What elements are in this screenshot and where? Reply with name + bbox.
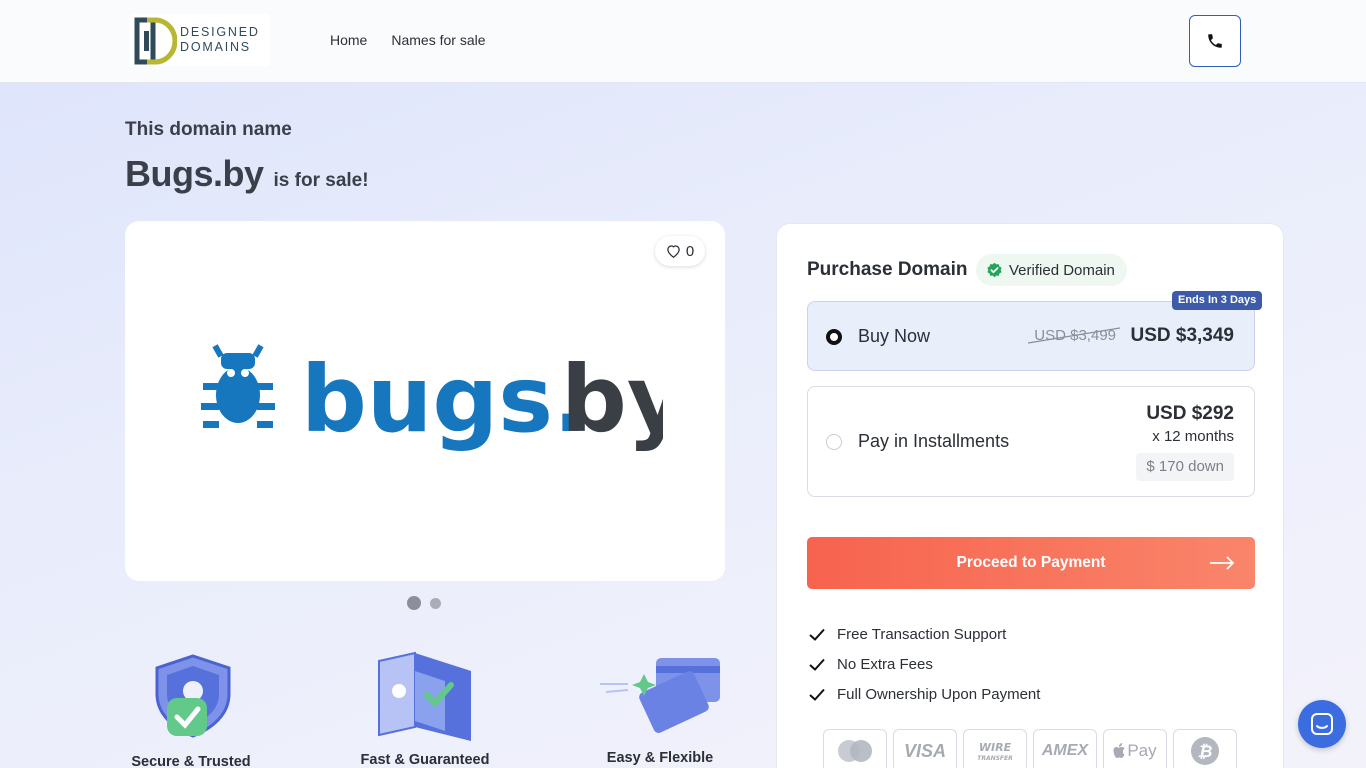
buy-now-label: Buy Now xyxy=(858,326,931,346)
arrow-right-icon xyxy=(1210,556,1235,570)
logo-text-main: bugs. xyxy=(301,346,588,453)
logo-wordmark: DESIGNED DOMAINS xyxy=(180,25,260,55)
svg-text:₿: ₿ xyxy=(1198,742,1213,762)
installments-down-payment: $ 170 down xyxy=(1136,453,1234,481)
verified-label: Verified Domain xyxy=(1009,261,1115,279)
price-strike-line xyxy=(1028,327,1120,344)
hero-title: Bugs.by is for sale! xyxy=(125,153,369,195)
feature-secure: Secure & Trusted xyxy=(111,648,271,768)
installments-option[interactable]: Pay in Installments USD $292 x 12 months… xyxy=(807,386,1255,497)
buy-now-price: USD $3,349 xyxy=(1130,325,1234,346)
bugs-by-logo: bugs. by xyxy=(201,344,663,453)
benefit-label: Free Transaction Support xyxy=(837,625,1007,643)
slider-dot-1[interactable] xyxy=(407,596,421,610)
logo-line2: DOMAINS xyxy=(180,40,251,54)
wire-transfer-icon: WIRE TRANSFER xyxy=(963,729,1027,768)
payment-methods: VISA WIRE TRANSFER AMEX Pay ₿ xyxy=(823,729,1237,768)
purchase-title: Purchase Domain xyxy=(807,259,968,280)
designed-domains-logo-mark xyxy=(134,17,177,65)
verified-badge: Verified Domain xyxy=(976,254,1127,286)
site-header: DESIGNED DOMAINS Home Names for sale xyxy=(0,0,1366,83)
feature-easy-label: Easy & Flexible xyxy=(606,750,714,766)
domain-image-card: 0 bugs. by xyxy=(125,221,725,581)
benefit-item: Full Ownership Upon Payment xyxy=(809,679,1040,709)
domain-name: Bugs.by xyxy=(125,153,264,194)
verified-check-icon xyxy=(987,262,1002,277)
svg-text:WIRE: WIRE xyxy=(979,741,1012,754)
amex-icon: AMEX xyxy=(1033,729,1097,768)
purchase-card: Purchase Domain Verified Domain Buy Now … xyxy=(776,223,1284,768)
apple-pay-icon: Pay xyxy=(1103,729,1167,768)
logo-line1: DESIGNED xyxy=(180,25,260,39)
slider-dot-2[interactable] xyxy=(430,597,441,609)
checkmark-icon xyxy=(809,628,825,641)
svg-text:TRANSFER: TRANSFER xyxy=(977,755,1013,762)
benefit-label: No Extra Fees xyxy=(837,655,933,673)
ends-badge: Ends In 3 Days xyxy=(1172,291,1263,310)
bug-icon xyxy=(201,344,275,428)
benefits-list: Free Transaction Support No Extra Fees F… xyxy=(809,619,1040,709)
heart-icon xyxy=(667,245,680,258)
checkmark-icon xyxy=(809,688,825,701)
shield-check-icon xyxy=(155,654,231,738)
nav-home[interactable]: Home xyxy=(330,32,367,48)
benefit-item: No Extra Fees xyxy=(809,649,1040,679)
main-nav: Home Names for sale xyxy=(330,32,486,48)
installments-price: USD $292 xyxy=(1146,403,1234,424)
buy-now-option[interactable]: Buy Now USD $3,499 USD $3,349 xyxy=(807,301,1255,371)
logo-text-ext: by xyxy=(561,346,663,453)
slider-dots xyxy=(407,596,441,610)
proceed-to-payment-button[interactable]: Proceed to Payment xyxy=(807,537,1255,589)
mastercard-icon xyxy=(823,729,887,768)
installments-radio[interactable] xyxy=(826,434,842,450)
bitcoin-icon: ₿ xyxy=(1173,729,1237,768)
installments-months: x 12 months xyxy=(1152,428,1234,445)
phone-button[interactable] xyxy=(1189,15,1241,67)
benefit-item: Free Transaction Support xyxy=(809,619,1040,649)
checkmark-icon xyxy=(809,658,825,671)
hero-subtitle: This domain name xyxy=(125,119,292,140)
apple-pay-label: Pay xyxy=(1127,741,1157,760)
like-button[interactable]: 0 xyxy=(655,236,705,266)
buy-now-radio[interactable] xyxy=(826,329,842,345)
feature-fast: Fast & Guaranteed xyxy=(345,648,505,768)
feature-easy: Easy & Flexible xyxy=(580,648,740,768)
benefit-label: Full Ownership Upon Payment xyxy=(837,685,1041,703)
proceed-label: Proceed to Payment xyxy=(956,554,1106,571)
feature-fast-label: Fast & Guaranteed xyxy=(360,752,490,768)
like-count: 0 xyxy=(685,242,695,260)
designed-domains-logo[interactable]: DESIGNED DOMAINS xyxy=(130,14,270,66)
installments-label: Pay in Installments xyxy=(858,431,1010,451)
for-sale-tagline: is for sale! xyxy=(273,170,369,191)
phone-icon xyxy=(1208,34,1222,48)
nav-names-for-sale[interactable]: Names for sale xyxy=(391,32,485,48)
payment-cards-icon xyxy=(600,658,720,733)
chat-icon xyxy=(1311,713,1333,735)
visa-icon: VISA xyxy=(893,729,957,768)
transfer-card-icon xyxy=(378,651,471,741)
feature-secure-label: Secure & Trusted xyxy=(131,754,251,768)
chat-launcher-button[interactable] xyxy=(1298,700,1346,748)
